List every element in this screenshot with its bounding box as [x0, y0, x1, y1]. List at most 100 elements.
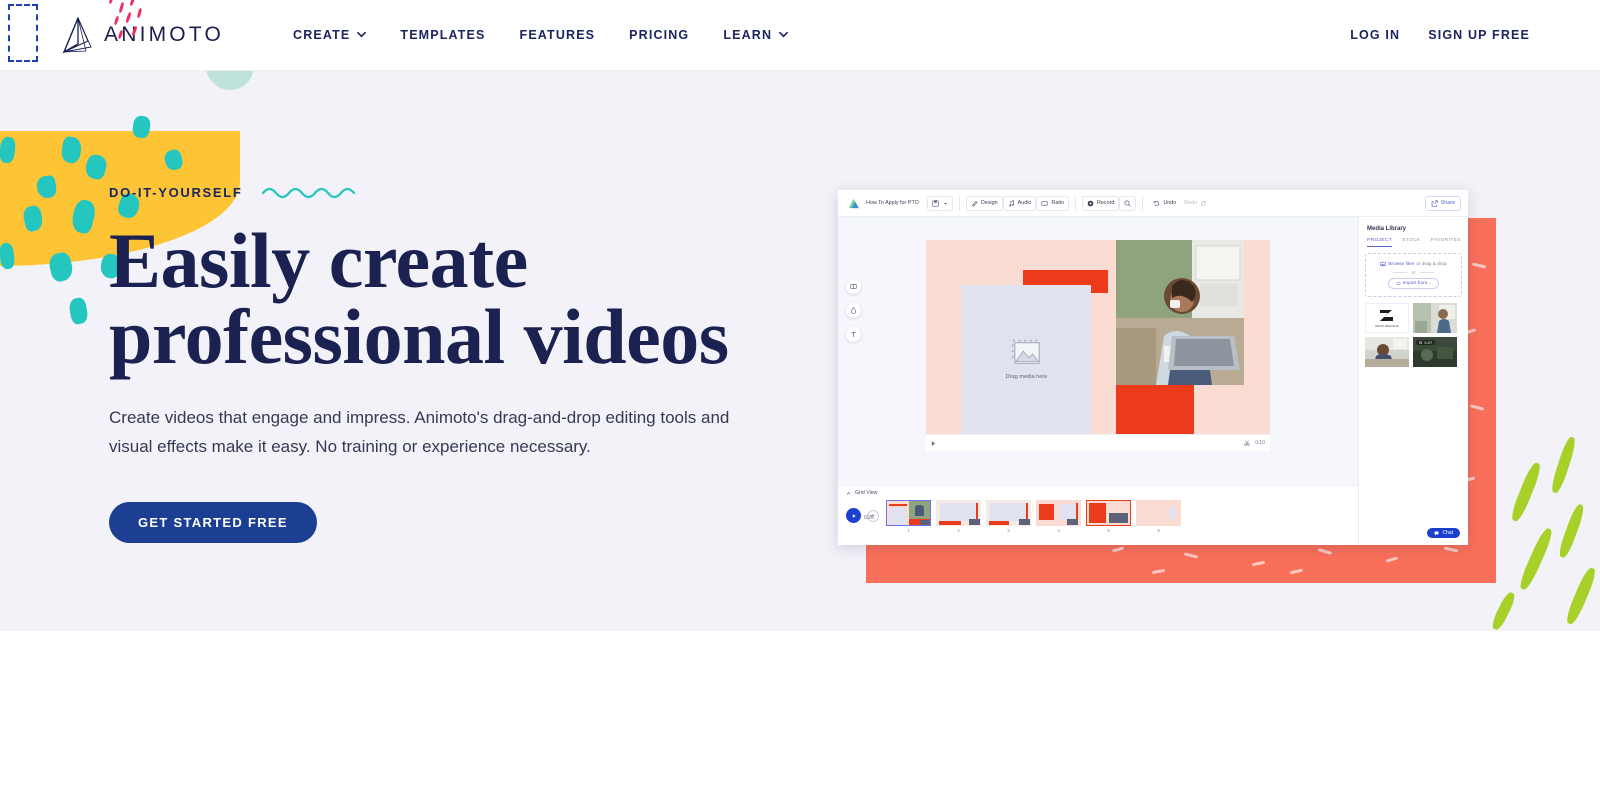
red-block-bottom	[1116, 379, 1194, 434]
nav-item-templates[interactable]: TEMPLATES	[383, 18, 502, 52]
design-button[interactable]: Design	[965, 195, 1003, 211]
media-item-zz-logo[interactable]: ZOHO DESIGNS	[1365, 303, 1409, 333]
redo-button[interactable]: Redo	[1180, 195, 1212, 211]
slide-thumbnail	[886, 500, 931, 526]
nav-item-learn-label: LEARN	[723, 28, 773, 42]
import-from-button[interactable]: Import from...	[1387, 278, 1440, 289]
placeholder-label: Drag media here	[1005, 374, 1048, 380]
color-tool-button[interactable]	[846, 303, 861, 318]
login-button[interactable]: LOG IN	[1336, 18, 1414, 52]
chat-button-label: Chat	[1442, 530, 1453, 536]
layout-tool-button[interactable]	[846, 279, 861, 294]
brand-logo[interactable]: ANIMOTO	[58, 14, 224, 56]
play-button[interactable]	[846, 508, 861, 523]
design-button-label: Design	[980, 200, 998, 206]
tab-favorites[interactable]: FAVORITES	[1431, 238, 1461, 247]
record-button[interactable]: Record	[1082, 195, 1120, 211]
record-button-label: Record	[1097, 200, 1115, 206]
trim-icon[interactable]	[1244, 440, 1251, 446]
nav-item-learn[interactable]: LEARN	[706, 18, 805, 52]
chevron-down-icon	[779, 31, 789, 37]
office-photo-thumb	[1413, 303, 1457, 333]
or-divider: or	[1393, 270, 1434, 275]
media-item-desk-photo[interactable]	[1365, 337, 1409, 367]
chat-button[interactable]: Chat	[1427, 528, 1460, 538]
media-library-panel: Media Library PROJECT STOCK FAVORITES Br…	[1358, 217, 1468, 545]
grid-view-label: Grid View	[855, 490, 878, 496]
player-time-row: 0:10	[1244, 440, 1265, 446]
storyboard-slide-4[interactable]: 4	[1036, 500, 1081, 533]
top-navigation-bar: ANIMOTO CREATE TEMPLATES FEATURES PRICIN…	[0, 0, 1600, 71]
video-canvas-stage[interactable]: Drag media here	[926, 240, 1270, 434]
nav-item-create-label: CREATE	[293, 28, 351, 42]
canvas-area: Drag media here 0:10	[838, 217, 1358, 485]
storyboard-slide-6[interactable]: 6	[1136, 500, 1181, 533]
tab-project[interactable]: PROJECT	[1367, 238, 1393, 247]
total-duration: 0:26	[864, 515, 874, 521]
headline-line-2: professional videos	[109, 293, 729, 380]
storyboard-slide-1[interactable]: 1	[886, 500, 931, 533]
player-bar: 0:10	[926, 434, 1270, 451]
media-item-office-photo[interactable]	[1413, 303, 1457, 333]
media-item-video[interactable]: 0:27	[1413, 337, 1457, 367]
get-started-free-button[interactable]: GET STARTED FREE	[109, 502, 317, 543]
record-icon	[1087, 200, 1094, 206]
animoto-editor-window: How To Apply for PTO Design Audio Ratio	[838, 190, 1468, 545]
nav-item-templates-label: TEMPLATES	[400, 28, 486, 42]
chevron-down-icon	[357, 31, 367, 37]
nav-item-pricing[interactable]: PRICING	[612, 18, 706, 52]
pen-icon	[971, 200, 978, 207]
video-duration-label: 0:27	[1424, 340, 1433, 345]
cloud-icon	[1395, 281, 1401, 285]
hero-text-block: DO-IT-YOURSELF Easily create professiona…	[109, 182, 809, 543]
import-from-label: Import from...	[1402, 281, 1432, 286]
playhead-icon[interactable]	[931, 440, 936, 447]
green-stroke-1	[1508, 461, 1544, 523]
app-logo-icon	[848, 198, 859, 208]
text-tool-button[interactable]	[846, 327, 861, 342]
media-drop-placeholder[interactable]: Drag media here	[962, 285, 1091, 434]
image-icon	[1380, 261, 1386, 267]
share-button[interactable]: Share	[1424, 195, 1461, 211]
green-stroke-3	[1517, 526, 1555, 592]
grid-view-header[interactable]: Grid View	[846, 490, 1350, 496]
media-library-tabs: PROJECT STOCK FAVORITES	[1367, 238, 1462, 247]
audio-button[interactable]: Audio	[1002, 195, 1037, 211]
slide-thumbnail	[986, 500, 1031, 526]
slide-thumbnail	[1086, 500, 1131, 526]
nav-item-features[interactable]: FEATURES	[503, 18, 613, 52]
nav-auth-actions: LOG IN SIGN UP FREE	[1336, 18, 1544, 52]
or-label: or	[1411, 270, 1416, 275]
storyboard-slide-3[interactable]: 3	[986, 500, 1031, 533]
slide-number: 6	[1157, 528, 1160, 533]
save-button[interactable]	[926, 195, 953, 211]
undo-button[interactable]: Undo	[1149, 195, 1181, 211]
green-stroke-4	[1556, 502, 1587, 560]
storyboard-controls: +	[846, 500, 879, 523]
slide-thumbnail	[936, 500, 981, 526]
search-button[interactable]	[1119, 195, 1137, 211]
text-icon	[851, 332, 856, 337]
browse-files-link[interactable]: Browse files	[1388, 262, 1414, 267]
clock-icon	[1419, 340, 1423, 345]
video-duration-badge: 0:27	[1416, 340, 1436, 345]
player-time-label: 0:10	[1255, 440, 1265, 446]
storyboard-slide-5[interactable]: 5	[1086, 500, 1131, 533]
music-note-icon	[1008, 199, 1014, 207]
tab-stock[interactable]: STOCK	[1402, 238, 1420, 247]
project-title[interactable]: How To Apply for PTO	[866, 200, 927, 206]
ratio-button-label: Ratio	[1051, 200, 1065, 206]
signup-button[interactable]: SIGN UP FREE	[1414, 18, 1544, 52]
ratio-button[interactable]: Ratio	[1036, 195, 1070, 211]
share-button-label: Share	[1440, 200, 1455, 206]
squiggle-decoration	[261, 187, 355, 199]
file-drop-zone[interactable]: Browse files or drag & drop or Import fr…	[1365, 253, 1462, 297]
media-item-caption: ZOHO DESIGNS	[1375, 325, 1399, 328]
nav-item-create[interactable]: CREATE	[276, 18, 383, 52]
slide-number: 2	[957, 528, 960, 533]
storyboard-slide-2[interactable]: 2	[936, 500, 981, 533]
editor-body: Drag media here 0:10 Grid View 0:26 + 1 …	[838, 217, 1468, 545]
hero-eyebrow-row: DO-IT-YOURSELF	[109, 182, 809, 202]
chevron-down-icon	[943, 202, 947, 204]
search-icon	[1124, 199, 1131, 207]
